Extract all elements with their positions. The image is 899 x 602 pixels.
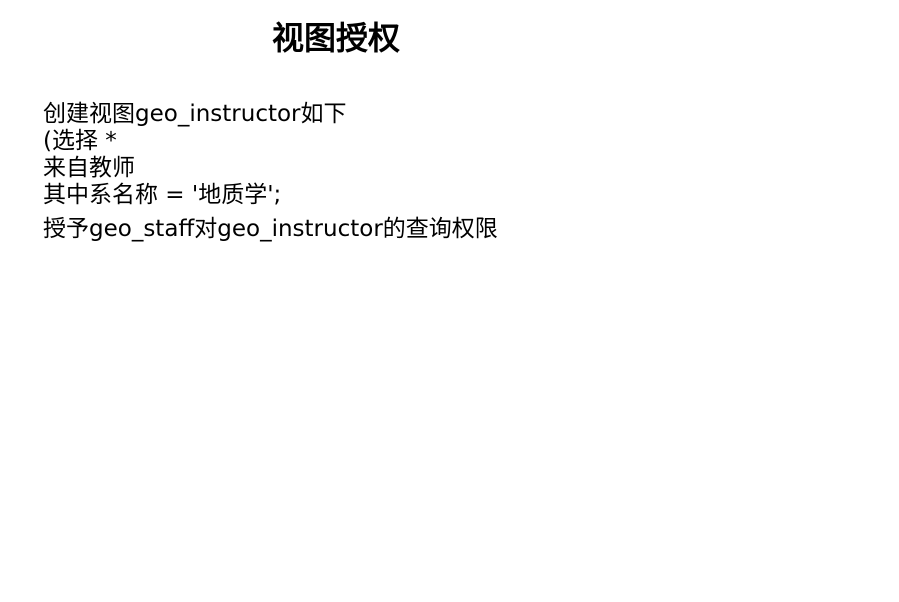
code-line: 来自教师 xyxy=(43,155,135,181)
slide-body: 创建视图geo_instructor如下 (选择 * 来自教师 其中系名称 = … xyxy=(43,101,498,243)
code-line: 创建视图geo_instructor如下 xyxy=(43,101,347,127)
code-line: 其中系名称 = '地质学'; xyxy=(43,182,282,208)
slide-title: 视图授权 xyxy=(272,19,401,57)
slide: 视图授权 创建视图geo_instructor如下 (选择 * 来自教师 其中系… xyxy=(0,0,899,602)
grant-statement: 授予geo_staff对geo_instructor的查询权限 xyxy=(43,216,498,242)
code-line: (选择 * xyxy=(43,128,117,154)
create-view-statement: 创建视图geo_instructor如下 (选择 * 来自教师 其中系名称 = … xyxy=(43,101,498,209)
